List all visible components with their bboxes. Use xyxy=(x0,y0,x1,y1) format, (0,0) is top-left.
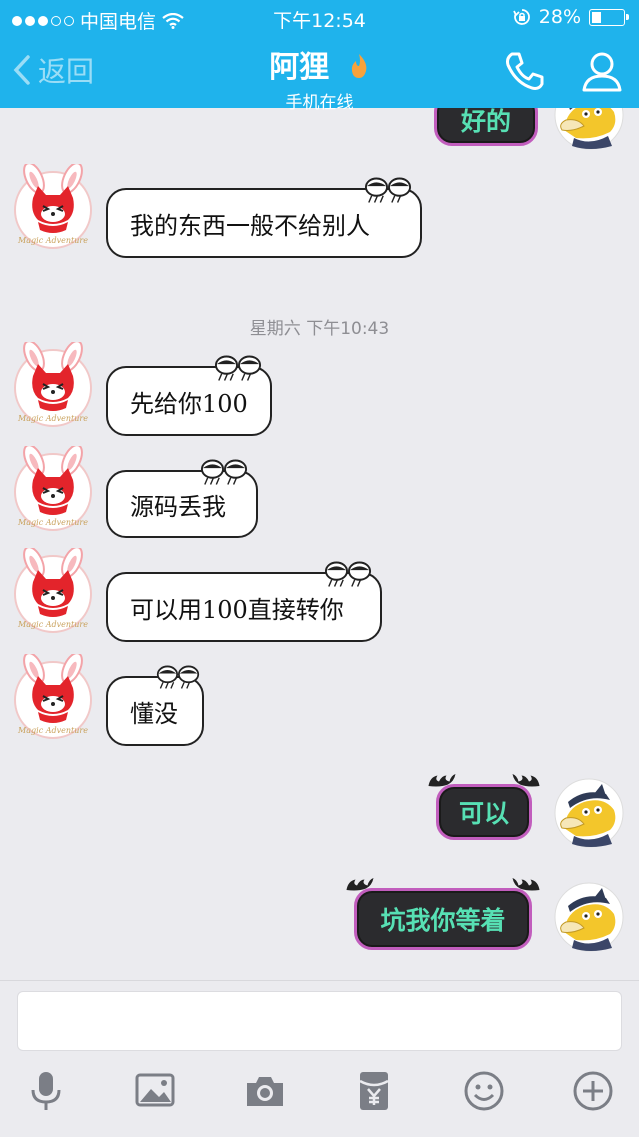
wings-decoration-icon xyxy=(427,771,457,789)
image-icon[interactable] xyxy=(133,1069,177,1113)
message-text: 源码丢我 xyxy=(130,492,226,521)
message-bubble-left[interactable]: 我的东西一般不给别人 xyxy=(106,188,422,258)
battery-percent: 28% xyxy=(538,6,581,28)
eyes-decoration-icon xyxy=(364,176,412,204)
input-toolbar xyxy=(0,1069,639,1119)
message-bubble-left[interactable]: 懂没 xyxy=(106,676,204,746)
wings-decoration-icon xyxy=(511,875,541,893)
chat-timestamp: 星期六 下午10:43 xyxy=(249,319,390,339)
status-bar: 中国电信 下午12:54 28% xyxy=(0,0,639,36)
avatar-self[interactable] xyxy=(554,778,624,848)
eyes-decoration-icon xyxy=(200,458,248,486)
input-bar xyxy=(0,980,639,1137)
microphone-icon[interactable] xyxy=(24,1069,68,1113)
avatar-contact[interactable] xyxy=(10,654,96,740)
message-bubble-left[interactable]: 可以用100直接转你 xyxy=(106,572,382,642)
emoji-icon[interactable] xyxy=(462,1069,506,1113)
red-packet-icon[interactable] xyxy=(352,1069,396,1113)
eyes-decoration-icon xyxy=(324,560,372,588)
contact-name: 阿狸 xyxy=(269,50,330,85)
message-text: 先给你100 xyxy=(130,389,248,418)
message-bubble-left[interactable]: 源码丢我 xyxy=(106,470,258,538)
message-bubble-right[interactable]: 坑我你等着 xyxy=(354,888,532,950)
eyes-decoration-icon xyxy=(156,664,200,690)
message-text: 懂没 xyxy=(130,699,178,728)
profile-icon[interactable] xyxy=(581,50,623,92)
message-text: 好的 xyxy=(460,108,511,136)
chat-header: 中国电信 下午12:54 28% 返回 阿狸 手机在线 xyxy=(0,0,639,113)
avatar-self[interactable] xyxy=(554,108,624,150)
message-text: 坑我你等着 xyxy=(380,906,506,935)
eyes-decoration-icon xyxy=(214,354,262,382)
message-text: 可以用100直接转你 xyxy=(130,595,344,624)
rotation-lock-icon xyxy=(512,9,530,25)
message-text: 我的东西一般不给别人 xyxy=(130,211,370,240)
camera-icon[interactable] xyxy=(243,1069,287,1113)
message-input[interactable] xyxy=(17,991,622,1051)
avatar-contact[interactable] xyxy=(10,342,96,428)
avatar-contact[interactable] xyxy=(10,164,96,250)
wings-decoration-icon xyxy=(511,771,541,789)
avatar-contact[interactable] xyxy=(10,548,96,634)
message-list[interactable]: 好的 我的东西一般不给别人 星期六 下午10:43 先给你100 源码丢我 可以… xyxy=(0,108,639,980)
flame-icon xyxy=(351,54,367,78)
message-text: 可以 xyxy=(458,799,509,828)
battery-icon xyxy=(589,8,629,26)
plus-icon[interactable] xyxy=(571,1069,615,1113)
message-bubble-left[interactable]: 先给你100 xyxy=(106,366,272,436)
wings-decoration-icon xyxy=(345,875,375,893)
message-bubble-right[interactable]: 好的 xyxy=(434,108,538,146)
avatar-contact[interactable] xyxy=(10,446,96,532)
message-bubble-right[interactable]: 可以 xyxy=(436,784,532,840)
avatar-self[interactable] xyxy=(554,882,624,952)
phone-icon[interactable] xyxy=(503,50,545,92)
